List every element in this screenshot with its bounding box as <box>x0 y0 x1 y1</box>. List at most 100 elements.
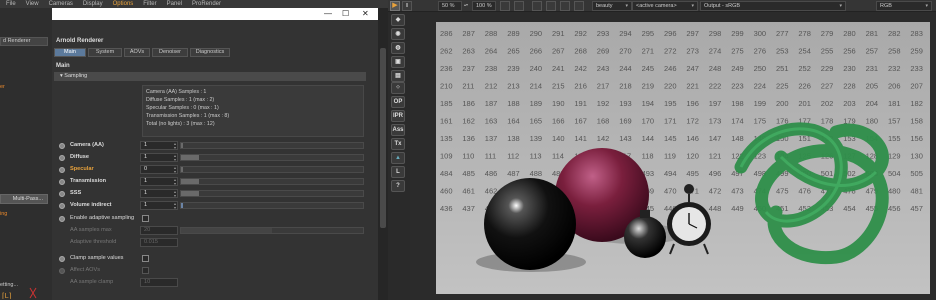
multipass-button[interactable]: Multi-Pass... <box>0 194 48 204</box>
aa-sample-clamp-field[interactable]: 10 <box>140 278 178 287</box>
teapot-icon[interactable]: ◆ <box>391 14 405 26</box>
grid-number: 130 <box>910 152 923 161</box>
sidebar-button-ipr[interactable]: IPR <box>391 110 405 122</box>
animate-dot[interactable] <box>59 191 65 197</box>
animate-dot[interactable] <box>59 256 65 262</box>
grid-number: 251 <box>776 64 789 73</box>
channel-select-label: RGB <box>880 3 892 9</box>
grid-icon[interactable] <box>532 1 542 11</box>
sampling-section-header[interactable]: ▾ Sampling <box>54 72 366 81</box>
grid-number: 264 <box>485 47 498 56</box>
camera-icon[interactable] <box>560 1 570 11</box>
spinner-icon[interactable]: ▴ ▾ <box>174 166 176 174</box>
menu-item-view[interactable]: View <box>26 1 39 7</box>
param-slider[interactable] <box>180 154 364 161</box>
maximize-button[interactable]: ☐ <box>342 8 349 20</box>
spinner-icon[interactable]: ▴ ▾ <box>174 190 176 198</box>
lock-icon[interactable] <box>574 1 584 11</box>
sidebar-button-tx[interactable]: Tx <box>391 138 405 150</box>
fit-icon[interactable] <box>500 1 510 11</box>
grid-number: 200 <box>776 99 789 108</box>
spinner-icon[interactable]: ▴ ▾ <box>174 154 176 162</box>
grid-number: 161 <box>440 117 453 126</box>
aa-samples-max-slider[interactable] <box>180 227 364 234</box>
grid-number: 288 <box>485 29 498 38</box>
param-value-field[interactable]: 1 ▴ ▾ <box>140 177 178 186</box>
region-icon[interactable] <box>514 1 524 11</box>
camera-select[interactable]: <active camera> ▾ <box>632 1 698 11</box>
dots-icon[interactable]: ⁘ <box>391 82 405 94</box>
scrollbar-thumb[interactable] <box>380 48 386 228</box>
grid-number: 188 <box>507 99 520 108</box>
grid-number: 494 <box>664 169 677 178</box>
param-value-field[interactable]: 0 ▴ ▾ <box>140 165 178 174</box>
zoom-spinner-icon[interactable]: ▴▾ <box>464 1 470 11</box>
grid-number: 110 <box>462 152 474 161</box>
sidebar-button-help[interactable]: ? <box>391 180 405 192</box>
tab-aovs[interactable]: AOVs <box>124 48 150 57</box>
document-icon[interactable]: ▤ <box>391 70 405 82</box>
animate-dot[interactable] <box>59 268 65 274</box>
sidebar-button-l[interactable]: L <box>391 166 405 178</box>
tab-denoiser[interactable]: Denoiser <box>152 48 188 57</box>
param-slider[interactable] <box>180 142 364 149</box>
menu-item-display[interactable]: Display <box>83 1 103 7</box>
param-value-field[interactable]: 1 ▴ ▾ <box>140 189 178 198</box>
spinner-icon[interactable]: ▴ ▾ <box>174 142 176 150</box>
pause-icon[interactable]: ‖ <box>402 1 412 11</box>
cube-icon[interactable]: ▣ <box>391 56 405 68</box>
param-value-field[interactable]: 1 ▴ ▾ <box>140 141 178 150</box>
menu-item-panel[interactable]: Panel <box>167 1 182 7</box>
sidebar-button-op[interactable]: OP <box>391 96 405 108</box>
adaptive-sampling-checkbox[interactable] <box>142 215 149 222</box>
menu-item-options[interactable]: Options <box>113 1 134 7</box>
param-slider[interactable] <box>180 166 364 173</box>
menu-bar: File View Cameras Display Options Filter Panel… <box>0 0 388 8</box>
grid-number: 113 <box>530 152 542 161</box>
globe-icon[interactable]: ◍ <box>391 42 405 54</box>
channel-select[interactable]: RGB ▾ <box>876 1 932 11</box>
param-value-field[interactable]: 1 ▴ ▾ <box>140 153 178 162</box>
sphere-icon[interactable]: ◉ <box>391 28 405 40</box>
menu-item-filter[interactable]: Filter <box>143 1 156 7</box>
close-button[interactable]: ✕ <box>362 8 369 20</box>
spinner-icon[interactable]: ▴ ▾ <box>174 178 176 186</box>
animate-dot[interactable] <box>59 179 65 185</box>
grid-number: 157 <box>888 117 901 126</box>
animate-dot[interactable] <box>59 203 65 209</box>
param-slider[interactable] <box>180 190 364 197</box>
spinner-icon[interactable]: ▴ ▾ <box>174 202 176 210</box>
tab-main[interactable]: Main <box>54 48 86 57</box>
animate-dot[interactable] <box>59 143 65 149</box>
param-value-field[interactable]: 1 ▴ ▾ <box>140 201 178 210</box>
output-select[interactable]: Output - sRGB ▾ <box>700 1 846 11</box>
grid-number: 245 <box>642 64 655 73</box>
grid-number: 271 <box>642 47 655 56</box>
animate-dot[interactable] <box>59 216 65 222</box>
sidebar-button-ass[interactable]: Ass <box>391 124 405 136</box>
tab-system[interactable]: System <box>88 48 122 57</box>
grid-number: 286 <box>440 29 453 38</box>
arnold-logo-icon[interactable]: ▲ <box>391 152 405 164</box>
dialog-scrollbar[interactable] <box>378 8 388 300</box>
aa-samples-max-field[interactable]: 20 <box>140 226 178 235</box>
renderer-dropdown[interactable]: d Renderer <box>0 37 48 46</box>
param-slider[interactable] <box>180 202 364 209</box>
zoom2-field[interactable]: 100 % <box>472 1 496 11</box>
aov-select[interactable]: beauty ▾ <box>592 1 632 11</box>
menu-item-cameras[interactable]: Cameras <box>49 1 73 7</box>
param-slider[interactable] <box>180 178 364 185</box>
adaptive-threshold-field[interactable]: 0.015 <box>140 238 178 247</box>
clamp-checkbox[interactable] <box>142 255 149 262</box>
animate-dot[interactable] <box>59 167 65 173</box>
minimize-button[interactable]: — <box>324 8 332 20</box>
animate-dot[interactable] <box>59 155 65 161</box>
tab-diagnostics[interactable]: Diagnostics <box>190 48 230 57</box>
menu-item-prorender[interactable]: ProRender <box>192 1 221 7</box>
affect-aovs-checkbox[interactable] <box>142 267 149 274</box>
display-icon[interactable] <box>546 1 556 11</box>
grid-number: 496 <box>709 169 722 178</box>
menu-item-file[interactable]: File <box>6 1 16 7</box>
zoom-field[interactable]: 50 % <box>438 1 462 11</box>
play-icon[interactable]: ▶ <box>390 1 400 11</box>
